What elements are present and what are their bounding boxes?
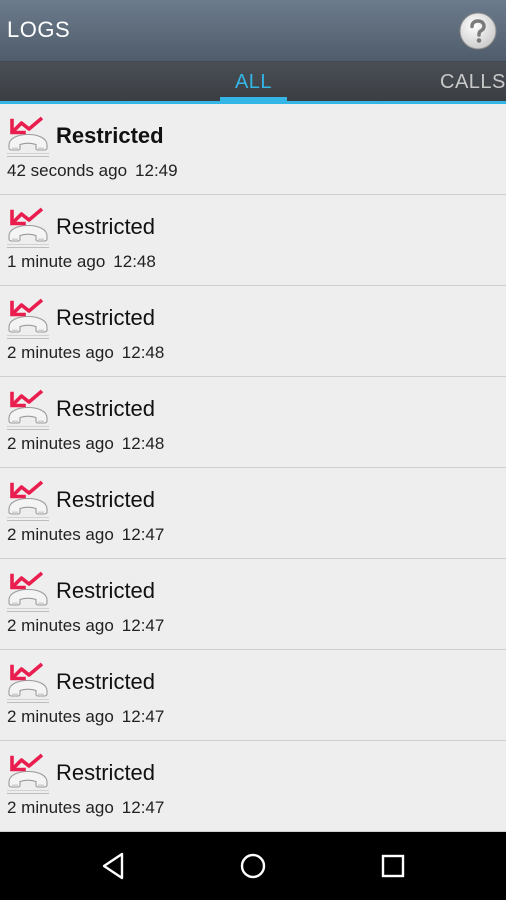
log-row[interactable]: Restricted 2 minutes ago 12:47 <box>0 650 506 741</box>
log-meta: 2 minutes ago 12:47 <box>7 707 164 727</box>
log-clock-time: 12:47 <box>121 616 165 635</box>
log-row[interactable]: Restricted 2 minutes ago 12:48 <box>0 377 506 468</box>
missed-call-icon <box>7 389 49 430</box>
log-row[interactable]: Restricted 2 minutes ago 12:47 <box>0 468 506 559</box>
caller-name: Restricted <box>56 669 156 694</box>
log-meta: 2 minutes ago 12:47 <box>7 525 164 545</box>
log-clock-time: 12:48 <box>121 343 165 362</box>
nav-bar <box>0 832 506 900</box>
app-title: LOGS <box>7 17 71 42</box>
log-time-ago: 42 seconds ago <box>7 161 128 180</box>
log-time-ago: 2 minutes ago <box>7 525 114 544</box>
caller-name: Restricted <box>56 123 164 148</box>
recents-icon[interactable] <box>376 849 410 883</box>
caller-name: Restricted <box>56 487 156 512</box>
log-meta: 2 minutes ago 12:48 <box>7 434 164 454</box>
log-clock-time: 12:48 <box>121 434 165 453</box>
log-row[interactable]: Restricted 2 minutes ago 12:47 <box>0 741 506 832</box>
log-clock-time: 12:47 <box>121 525 165 544</box>
log-row[interactable]: Restricted 2 minutes ago 12:48 <box>0 286 506 377</box>
log-meta: 1 minute ago 12:48 <box>7 252 156 272</box>
help-question-icon[interactable] <box>459 12 497 50</box>
log-time-ago: 2 minutes ago <box>7 434 114 453</box>
caller-name: Restricted <box>56 305 156 330</box>
log-clock-time: 12:49 <box>135 161 178 180</box>
missed-call-icon <box>7 298 49 339</box>
caller-name: Restricted <box>56 396 156 421</box>
screen: LOGS ALL CALLS Restricted 42 seconds ago… <box>0 0 506 900</box>
log-row[interactable]: Restricted 42 seconds ago 12:49 <box>0 104 506 195</box>
caller-name: Restricted <box>56 578 156 603</box>
tab-bar: ALL CALLS <box>0 62 506 102</box>
missed-call-icon <box>7 753 49 794</box>
back-icon[interactable] <box>96 849 130 883</box>
log-time-ago: 2 minutes ago <box>7 707 114 726</box>
missed-call-icon <box>7 571 49 612</box>
app-bar: LOGS <box>0 0 506 62</box>
log-clock-time: 12:47 <box>121 707 165 726</box>
log-meta: 2 minutes ago 12:47 <box>7 616 164 636</box>
log-meta: 42 seconds ago 12:49 <box>7 161 178 181</box>
log-time-ago: 2 minutes ago <box>7 343 114 362</box>
tab-all[interactable]: ALL <box>220 62 287 102</box>
tab-calls[interactable]: CALLS <box>440 62 506 102</box>
log-row[interactable]: Restricted 1 minute ago 12:48 <box>0 195 506 286</box>
log-list[interactable]: Restricted 42 seconds ago 12:49 Restricte… <box>0 104 506 832</box>
log-meta: 2 minutes ago 12:48 <box>7 343 164 363</box>
caller-name: Restricted <box>56 214 156 239</box>
log-meta: 2 minutes ago 12:47 <box>7 798 164 818</box>
missed-call-icon <box>7 662 49 703</box>
log-time-ago: 2 minutes ago <box>7 616 114 635</box>
log-time-ago: 1 minute ago <box>7 252 106 271</box>
home-icon[interactable] <box>236 849 270 883</box>
missed-call-icon <box>7 480 49 521</box>
log-time-ago: 2 minutes ago <box>7 798 114 817</box>
caller-name: Restricted <box>56 760 156 785</box>
missed-call-icon <box>7 207 49 248</box>
log-row[interactable]: Restricted 2 minutes ago 12:47 <box>0 559 506 650</box>
log-clock-time: 12:47 <box>121 798 165 817</box>
missed-call-icon <box>7 116 49 157</box>
log-clock-time: 12:48 <box>113 252 156 271</box>
